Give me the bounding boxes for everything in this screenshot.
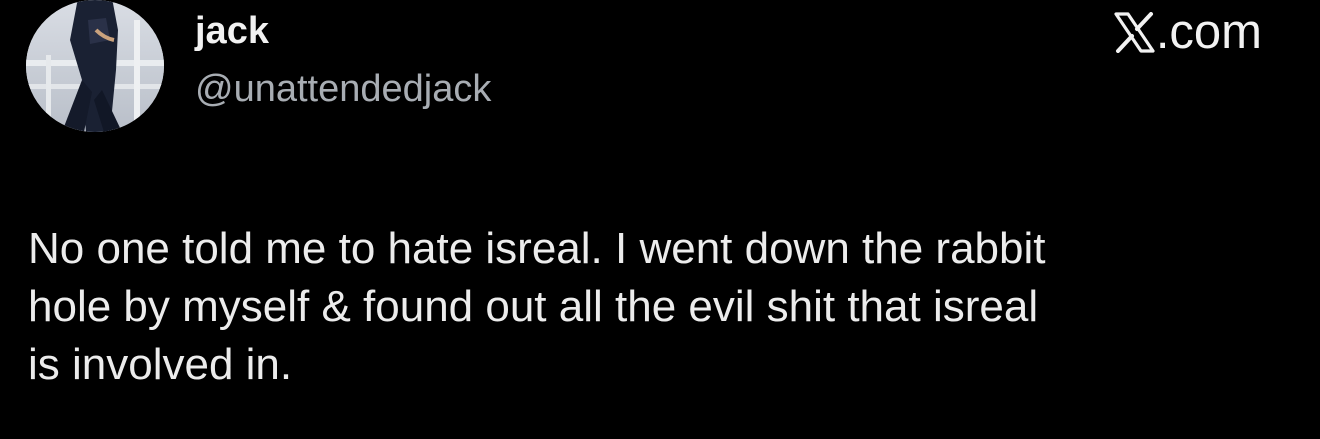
tweet-text-line: No one told me to hate isreal. I went do… xyxy=(28,224,1046,273)
x-brand-watermark: .com xyxy=(1114,7,1262,57)
tweet-text: No one told me to hate isreal. I went do… xyxy=(28,220,1303,394)
display-name[interactable]: jack xyxy=(195,8,269,54)
user-handle[interactable]: @unattendedjack xyxy=(195,66,491,112)
tweet-text-line: hole by myself & found out all the evil … xyxy=(28,282,1039,331)
tweet-text-line: is involved in. xyxy=(28,340,293,389)
x-logo-icon xyxy=(1114,11,1155,53)
tweet-card: jack @unattendedjack .com No one told me… xyxy=(0,0,1320,439)
brand-domain-label: .com xyxy=(1155,5,1262,59)
avatar-photo xyxy=(26,0,164,132)
avatar[interactable] xyxy=(26,0,164,132)
